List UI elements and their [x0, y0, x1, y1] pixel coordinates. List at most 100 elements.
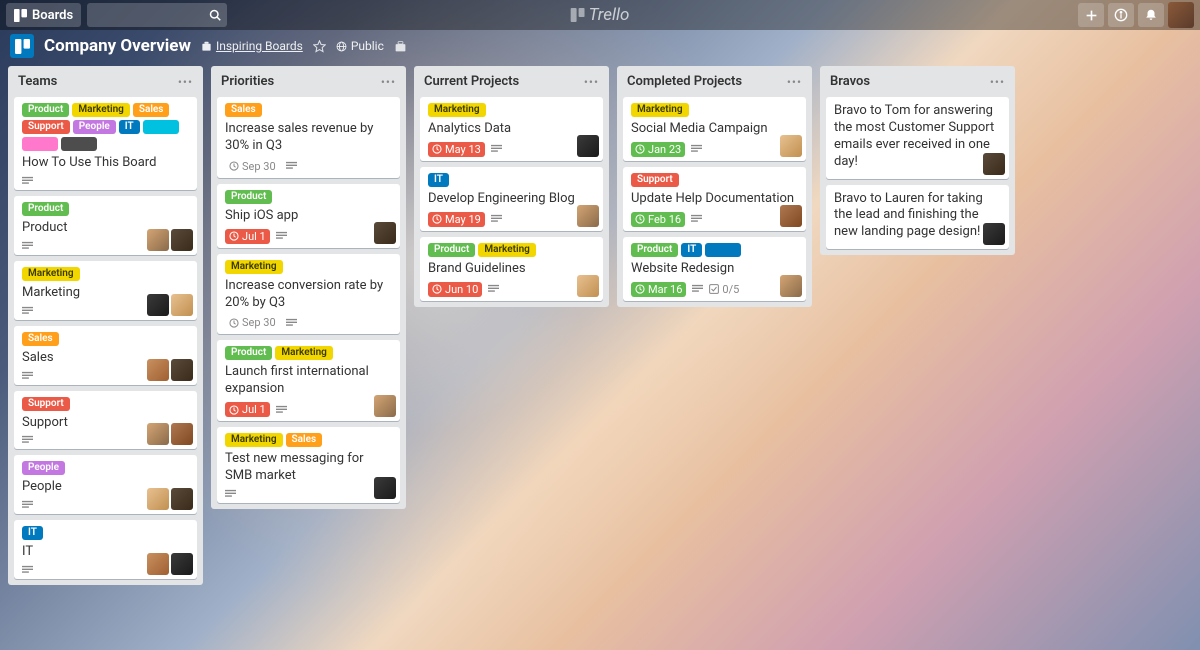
- card[interactable]: PeoplePeople: [14, 455, 197, 514]
- member-avatar[interactable]: [780, 135, 802, 157]
- globe-icon: [336, 41, 347, 52]
- briefcase-icon[interactable]: [394, 40, 407, 53]
- card-title: Test new messaging for SMB market: [225, 451, 392, 485]
- list-title[interactable]: Current Projects: [424, 74, 519, 89]
- card[interactable]: MarketingMarketing: [14, 261, 197, 320]
- member-avatar[interactable]: [577, 135, 599, 157]
- member-avatar[interactable]: [147, 229, 169, 251]
- star-icon[interactable]: [313, 40, 326, 53]
- description-badge: [22, 565, 33, 575]
- label: Product: [22, 103, 69, 117]
- label: Product: [225, 346, 272, 360]
- list-title[interactable]: Completed Projects: [627, 74, 742, 89]
- trello-logo[interactable]: Trello: [571, 5, 630, 25]
- board-icon: [14, 9, 27, 22]
- member-avatar[interactable]: [147, 359, 169, 381]
- boards-button[interactable]: Boards: [6, 3, 81, 27]
- card[interactable]: SalesIncrease sales revenue by 30% in Q3…: [217, 97, 400, 178]
- info-button[interactable]: [1108, 3, 1134, 27]
- card-title: Social Media Campaign: [631, 121, 798, 138]
- label: Sales: [133, 103, 170, 117]
- member-avatar[interactable]: [577, 205, 599, 227]
- card[interactable]: ITDevelop Engineering Blog May 19: [420, 167, 603, 231]
- label: Marketing: [428, 103, 486, 117]
- card[interactable]: SalesSales: [14, 326, 197, 385]
- label: Product: [225, 190, 272, 204]
- description-badge: [276, 231, 287, 241]
- label: Marketing: [72, 103, 130, 117]
- board-title[interactable]: Company Overview: [44, 36, 191, 56]
- card[interactable]: MarketingSalesTest new messaging for SMB…: [217, 427, 400, 503]
- list-menu-button[interactable]: •••: [178, 75, 193, 89]
- due-date-badge: Sep 30: [225, 159, 280, 174]
- label: Marketing: [631, 103, 689, 117]
- member-avatar[interactable]: [374, 395, 396, 417]
- card[interactable]: MarketingSocial Media Campaign Jan 23: [623, 97, 806, 161]
- card[interactable]: ITIT: [14, 520, 197, 579]
- list-title[interactable]: Priorities: [221, 74, 274, 89]
- member-avatar[interactable]: [983, 153, 1005, 175]
- card[interactable]: ProductMarketingLaunch first internation…: [217, 340, 400, 421]
- notifications-button[interactable]: [1138, 3, 1164, 27]
- list-title[interactable]: Teams: [18, 74, 57, 89]
- card[interactable]: SupportUpdate Help Documentation Feb 16: [623, 167, 806, 231]
- card[interactable]: Bravo to Lauren for taking the lead and …: [826, 185, 1009, 250]
- member-avatar[interactable]: [780, 205, 802, 227]
- description-badge: [225, 489, 236, 499]
- member-avatar[interactable]: [374, 477, 396, 499]
- list-menu-button[interactable]: •••: [584, 75, 599, 89]
- org-icon: [201, 41, 212, 52]
- label: IT: [681, 243, 702, 257]
- member-avatar[interactable]: [171, 488, 193, 510]
- card[interactable]: Bravo to Tom for answering the most Cust…: [826, 97, 1009, 179]
- search-input[interactable]: [87, 3, 227, 27]
- member-avatar[interactable]: [171, 553, 193, 575]
- board-icon: [15, 39, 30, 54]
- member-avatar[interactable]: [147, 423, 169, 445]
- card[interactable]: SupportSupport: [14, 391, 197, 450]
- list: Current Projects ••• Marketing Analytics Da…: [414, 66, 609, 307]
- boards-label: Boards: [32, 8, 73, 23]
- member-avatar[interactable]: [983, 223, 1005, 245]
- card[interactable]: ProductMarketingSalesSupportPeopleITHow …: [14, 97, 197, 190]
- card-title: Analytics Data: [428, 121, 595, 138]
- list-title[interactable]: Bravos: [830, 74, 870, 89]
- label: Marketing: [275, 346, 333, 360]
- board-canvas: Teams•••ProductMarketingSalesSupportPeop…: [0, 62, 1200, 589]
- checklist-badge: 0/5: [709, 283, 739, 296]
- list: Priorities ••• SalesIncrease sales revenue…: [211, 66, 406, 509]
- visibility-toggle[interactable]: Public: [336, 39, 384, 53]
- due-date-badge: Mar 16: [631, 282, 686, 297]
- member-avatar[interactable]: [171, 229, 193, 251]
- member-avatar[interactable]: [780, 275, 802, 297]
- card[interactable]: MarketingIncrease conversion rate by 20%…: [217, 254, 400, 335]
- member-avatar[interactable]: [374, 222, 396, 244]
- card[interactable]: ProductITWebsite Redesign Mar 16 0/5: [623, 237, 806, 301]
- card[interactable]: ProductProduct: [14, 196, 197, 255]
- card[interactable]: ProductShip iOS app Jul 1: [217, 184, 400, 248]
- member-avatar[interactable]: [171, 294, 193, 316]
- member-avatar[interactable]: [147, 553, 169, 575]
- label: Sales: [225, 103, 262, 117]
- create-button[interactable]: [1078, 3, 1104, 27]
- user-avatar[interactable]: [1168, 2, 1194, 28]
- description-badge: [488, 284, 499, 294]
- list-menu-button[interactable]: •••: [381, 75, 396, 89]
- board-logo: [10, 34, 34, 58]
- list-menu-button[interactable]: •••: [787, 75, 802, 89]
- member-avatar[interactable]: [171, 359, 193, 381]
- card-title: Update Help Documentation: [631, 191, 798, 208]
- member-avatar[interactable]: [147, 294, 169, 316]
- label: Support: [22, 120, 70, 134]
- list-menu-button[interactable]: •••: [990, 75, 1005, 89]
- member-avatar[interactable]: [147, 488, 169, 510]
- description-badge: [22, 306, 33, 316]
- card-title: Brand Guidelines: [428, 261, 595, 278]
- card[interactable]: MarketingAnalytics Data May 13: [420, 97, 603, 161]
- member-avatar[interactable]: [577, 275, 599, 297]
- label: Marketing: [22, 267, 80, 281]
- label: Support: [631, 173, 679, 187]
- inspiring-boards-link[interactable]: Inspiring Boards: [201, 39, 303, 53]
- member-avatar[interactable]: [171, 423, 193, 445]
- card[interactable]: ProductMarketingBrand Guidelines Jun 10: [420, 237, 603, 301]
